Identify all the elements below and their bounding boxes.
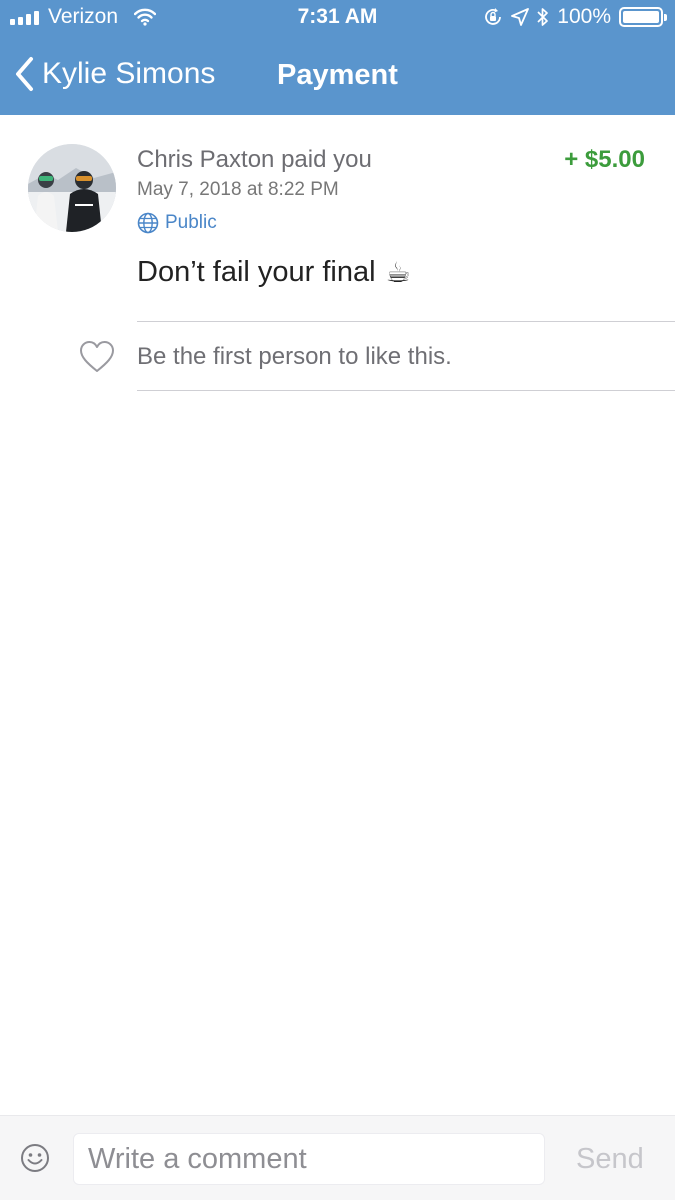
- privacy-indicator[interactable]: Public: [137, 212, 217, 234]
- battery-icon: [619, 7, 667, 27]
- send-button[interactable]: Send: [576, 1143, 644, 1176]
- top-bar: Verizon 7:31 AM 100% Kylie Simons Paymen…: [0, 0, 675, 115]
- like-row: Be the first person to like this.: [0, 322, 675, 390]
- story-title: Chris Paxton paid you: [137, 146, 372, 174]
- avatar[interactable]: [28, 144, 116, 232]
- coffee-emoji: ☕: [385, 257, 411, 288]
- status-bar: Verizon 7:31 AM 100%: [0, 0, 675, 38]
- comment-input[interactable]: [73, 1133, 545, 1185]
- page-title: Payment: [277, 59, 398, 91]
- bluetooth-icon: [537, 8, 549, 26]
- payment-amount: + $5.00: [564, 146, 645, 173]
- globe-icon: [137, 212, 159, 234]
- navigation-bar: Kylie Simons Payment: [0, 38, 675, 115]
- note-text: Don’t fail your final: [137, 256, 376, 288]
- location-icon: [511, 8, 530, 26]
- smiley-icon[interactable]: [20, 1143, 50, 1173]
- divider-bottom: [137, 390, 675, 391]
- heart-icon[interactable]: [79, 340, 115, 374]
- payment-screen: Verizon 7:31 AM 100% Kylie Simons Paymen…: [0, 0, 675, 1200]
- battery-cap: [664, 14, 667, 21]
- orientation-lock-icon: [485, 8, 502, 25]
- payment-timestamp: May 7, 2018 at 8:22 PM: [137, 179, 339, 200]
- payer-name[interactable]: Chris Paxton: [137, 146, 274, 173]
- battery-percent: 100%: [557, 5, 611, 28]
- avatar-photo: [28, 144, 116, 232]
- status-indicators: 100%: [483, 5, 667, 29]
- comment-composer: Send: [0, 1115, 675, 1200]
- privacy-label: Public: [165, 212, 217, 233]
- payment-note: Don’t fail your final ☕: [137, 256, 411, 289]
- like-prompt: Be the first person to like this.: [137, 343, 452, 370]
- story-action: paid you: [281, 146, 372, 173]
- battery-level: [623, 11, 659, 23]
